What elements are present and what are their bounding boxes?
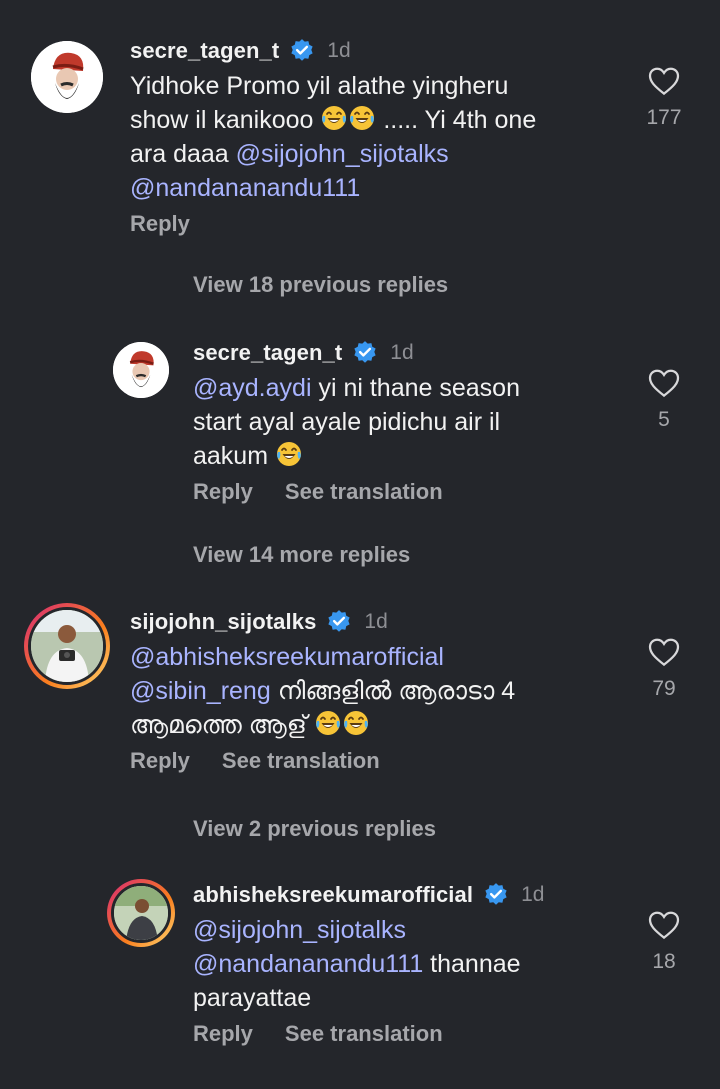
see-translation-button[interactable]: See translation bbox=[285, 479, 443, 505]
comment-text-segment: parayattae bbox=[193, 984, 312, 1012]
comment-text-segment: ara daaa bbox=[130, 140, 236, 168]
comment-text: @sijojohn_sijotalks @nandananandu111 than… bbox=[193, 913, 544, 1015]
like-control[interactable]: 177 bbox=[634, 66, 694, 130]
like-count: 79 bbox=[652, 677, 676, 700]
avatar[interactable] bbox=[113, 342, 169, 398]
mention-link[interactable]: @nandananandu111 bbox=[193, 950, 423, 978]
reply-button[interactable]: Reply bbox=[193, 479, 253, 505]
laughing-tears-emoji-icon bbox=[343, 711, 368, 735]
timestamp: 1d bbox=[364, 610, 388, 633]
comment-line: ആമത്തെ ആള് bbox=[130, 708, 515, 742]
comment-line: Yidhoke Promo yil alathe yingheru bbox=[130, 69, 536, 103]
timestamp: 1d bbox=[521, 883, 545, 906]
comment-text-segment: start ayal ayale pidichu air il bbox=[193, 408, 501, 436]
like-control[interactable]: 18 bbox=[634, 910, 694, 974]
comment-text-segment: ..... Yi 4th one bbox=[376, 106, 537, 134]
comment-text-segment: show il kanikooo bbox=[130, 106, 321, 134]
mention-link[interactable]: @abhisheksreekumarofficial bbox=[130, 643, 444, 671]
laughing-tears-emoji-icon bbox=[276, 442, 301, 466]
heart-icon[interactable] bbox=[648, 66, 680, 96]
avatar-illustration bbox=[31, 41, 103, 113]
comment-text-segment: നിങ്ങളിൽ ആരാടാ 4 bbox=[270, 677, 516, 705]
heart-icon[interactable] bbox=[648, 637, 680, 667]
heart-icon[interactable] bbox=[648, 910, 680, 940]
view-previous-replies-button[interactable]: View 18 previous replies bbox=[193, 272, 448, 298]
like-count: 18 bbox=[652, 950, 676, 973]
comment-line: @ayd.aydi yi ni thane season bbox=[193, 371, 520, 405]
like-count: 177 bbox=[646, 106, 682, 129]
comment-line: parayattae bbox=[193, 981, 544, 1015]
comment-text-segment: ആമത്തെ ആള് bbox=[130, 711, 314, 739]
verified-badge-icon bbox=[354, 341, 376, 363]
comment-line: start ayal ayale pidichu air il bbox=[193, 405, 520, 439]
verified-badge-icon bbox=[291, 39, 313, 61]
comment-line: @nandananandu111 bbox=[130, 171, 536, 205]
comment-line: @abhisheksreekumarofficial bbox=[130, 640, 515, 674]
comment-text-segment: aakum bbox=[193, 442, 275, 470]
avatar[interactable] bbox=[107, 879, 175, 947]
comment-body: secre_tagen_t 1d Yidhoke Promo yil alath… bbox=[130, 36, 536, 237]
username[interactable]: sijojohn_sijotalks bbox=[130, 609, 316, 635]
reply-button[interactable]: Reply bbox=[130, 748, 190, 774]
mention-link[interactable]: @nandananandu111 bbox=[130, 174, 360, 202]
verified-badge-icon bbox=[485, 883, 507, 905]
comment-text-segment: yi ni thane season bbox=[311, 374, 520, 402]
view-previous-replies-button[interactable]: View 2 previous replies bbox=[193, 816, 436, 842]
comment-line: ara daaa @sijojohn_sijotalks bbox=[130, 137, 536, 171]
comment-body: secre_tagen_t 1d @ayd.aydi yi ni thane s… bbox=[193, 338, 520, 505]
username[interactable]: secre_tagen_t bbox=[193, 340, 342, 366]
laughing-tears-emoji-icon bbox=[350, 106, 375, 130]
like-control[interactable]: 5 bbox=[634, 368, 694, 432]
comment-body: abhisheksreekumarofficial 1d @sijojohn_s… bbox=[193, 880, 544, 1047]
avatar[interactable] bbox=[31, 41, 103, 113]
like-control[interactable]: 79 bbox=[634, 637, 694, 701]
mention-link[interactable]: @sijojohn_sijotalks bbox=[193, 916, 406, 944]
comment-body: sijojohn_sijotalks 1d @abhisheksreekumar… bbox=[130, 607, 515, 774]
comment-text: @ayd.aydi yi ni thane season start ayal a… bbox=[193, 371, 520, 473]
laughing-tears-emoji-icon bbox=[315, 711, 340, 735]
see-translation-button[interactable]: See translation bbox=[222, 748, 380, 774]
see-translation-button[interactable]: See translation bbox=[285, 1021, 443, 1047]
timestamp: 1d bbox=[390, 341, 414, 364]
avatar-illustration bbox=[113, 342, 169, 398]
comment-thread: secre_tagen_t 1d Yidhoke Promo yil alath… bbox=[0, 0, 720, 1089]
heart-icon[interactable] bbox=[648, 368, 680, 398]
comment-line: aakum bbox=[193, 439, 520, 473]
comment-line: @sibin_reng നിങ്ങളിൽ ആരാടാ 4 bbox=[130, 674, 515, 708]
avatar-photo bbox=[31, 610, 103, 682]
comment-text: @abhisheksreekumarofficial @sibin_reng നി… bbox=[130, 640, 515, 742]
timestamp: 1d bbox=[327, 39, 351, 62]
reply-button[interactable]: Reply bbox=[193, 1021, 253, 1047]
avatar[interactable] bbox=[24, 603, 110, 689]
comment-text: Yidhoke Promo yil alathe yingheru show il… bbox=[130, 69, 536, 205]
comment-line: show il kanikooo ..... Yi 4th one bbox=[130, 103, 536, 137]
comment-line: @sijojohn_sijotalks bbox=[193, 913, 544, 947]
comment-text-segment: Yidhoke Promo yil alathe yingheru bbox=[130, 72, 509, 100]
mention-link[interactable]: @sibin_reng bbox=[130, 677, 271, 705]
comment-text-segment: thannae bbox=[423, 950, 521, 978]
mention-link[interactable]: @sijojohn_sijotalks bbox=[236, 140, 449, 168]
laughing-tears-emoji-icon bbox=[322, 106, 347, 130]
verified-badge-icon bbox=[328, 610, 351, 632]
comment-line: @nandananandu111 thannae bbox=[193, 947, 544, 981]
username[interactable]: abhisheksreekumarofficial bbox=[193, 882, 473, 908]
mention-link[interactable]: @ayd.aydi bbox=[193, 374, 312, 402]
reply-button[interactable]: Reply bbox=[130, 211, 190, 237]
username[interactable]: secre_tagen_t bbox=[130, 38, 279, 64]
view-more-replies-button[interactable]: View 14 more replies bbox=[193, 542, 410, 568]
like-count: 5 bbox=[658, 408, 670, 431]
avatar-photo bbox=[114, 886, 168, 940]
